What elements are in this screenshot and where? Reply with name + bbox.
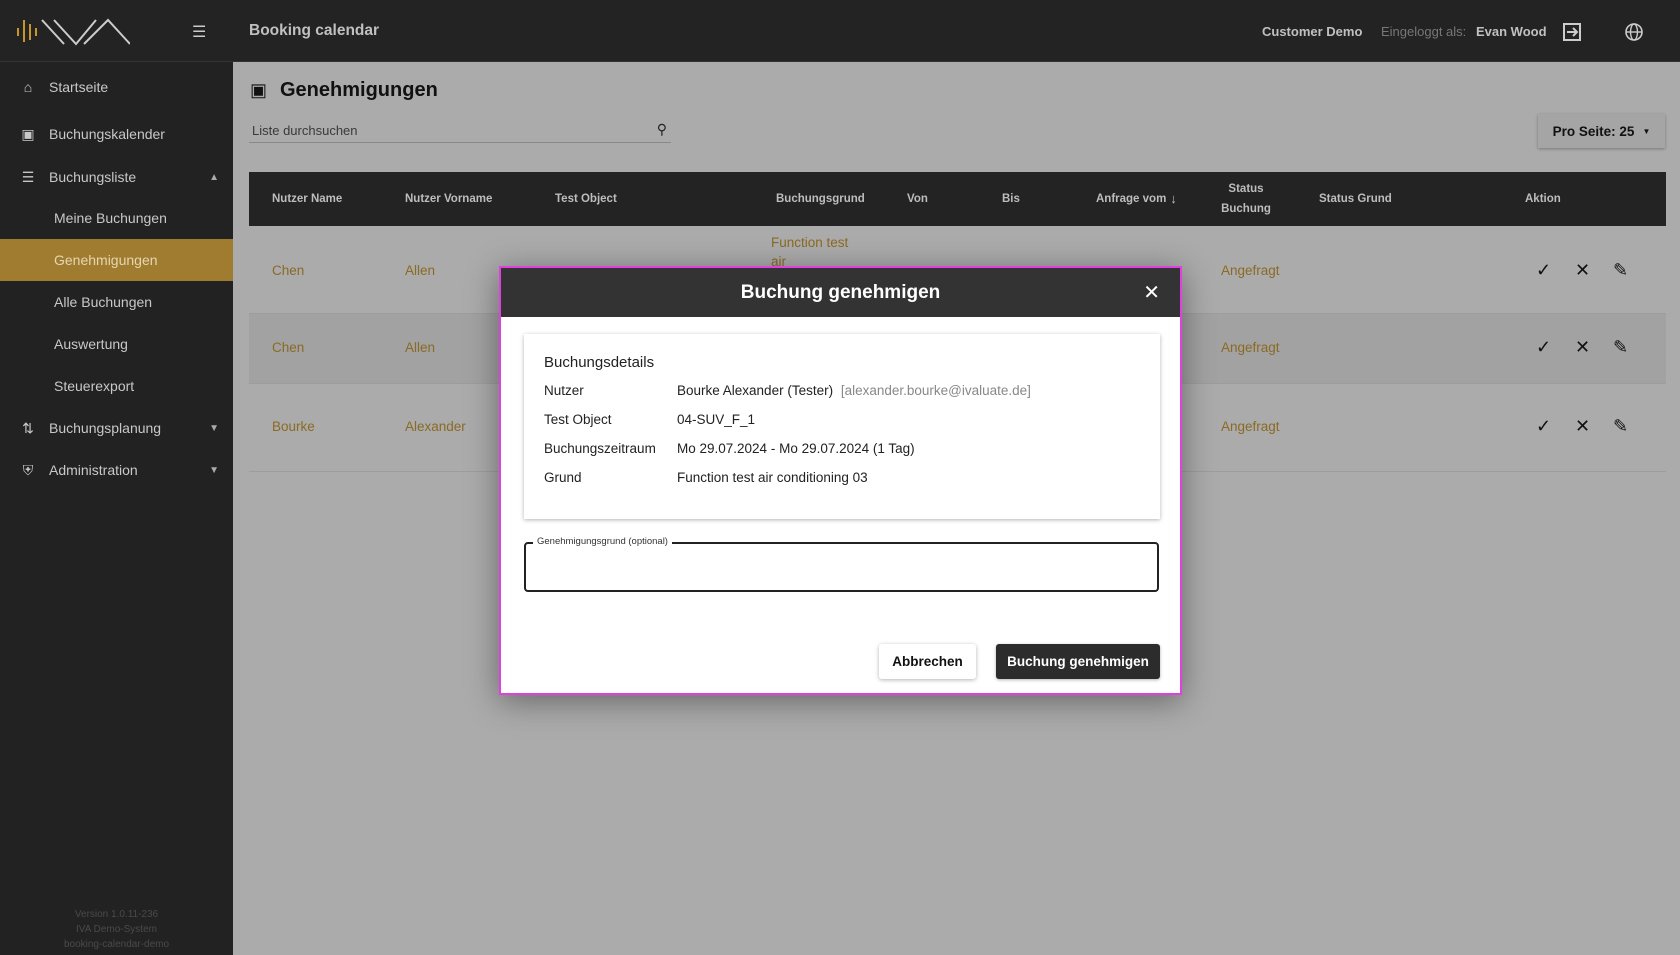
sidebar-item-buchungskalender[interactable]: ▣ Buchungskalender [0,113,233,155]
detail-value: Bourke Alexander (Tester) [alexander.bou… [677,383,1031,398]
col-nutzer-name[interactable]: Nutzer Name [272,172,342,226]
sidebar-subitem-meine-buchungen[interactable]: Meine Buchungen [0,197,233,239]
cell-vorname: Alexander [405,419,466,434]
reject-x-icon[interactable]: ✕ [1575,260,1590,281]
col-aktion: Aktion [1525,193,1561,205]
sidebar-item-label: Buchungskalender [49,126,165,142]
page-title: Genehmigungen [280,79,438,101]
cell-name: Chen [272,263,305,278]
dialog-header: Buchung genehmigen ✕ [501,268,1180,317]
search-input[interactable]: Liste durchsuchen ⚲ [249,120,671,143]
cancel-button[interactable]: Abbrechen [879,644,976,679]
approval-reason-input[interactable] [534,556,1144,580]
chevron-down-icon: ▼ [209,422,219,434]
details-title: Buchungsdetails [544,354,655,371]
col-nutzer-vorname[interactable]: Nutzer Vorname [405,172,492,226]
table-header: Nutzer Name Nutzer Vorname Test Object B… [249,172,1666,226]
logged-in-label: Eingeloggt als: [1381,24,1467,39]
sidebar-item-label: Buchungsliste [49,169,137,185]
detail-label: Nutzer [544,383,584,398]
chevron-down-icon: ▼ [209,464,219,476]
col-label: Anfrage vom [1096,193,1167,205]
sidebar-subitem-steuerexport[interactable]: Steuerexport [0,365,233,407]
cell-vorname: Allen [405,263,436,278]
sidebar-item-buchungsliste[interactable]: ☰ Buchungsliste ▲ [0,156,233,198]
field-label: Genehmigungsgrund (optional) [533,536,672,547]
top-bar: ☰ Booking calendar Customer Demo Eingelo… [0,0,1680,62]
col-anfrage-vom[interactable]: Anfrage vom ↓ [1096,172,1177,226]
dialog-title: Buchung genehmigen [740,281,941,303]
close-icon[interactable]: ✕ [1143,280,1160,305]
approval-reason-field[interactable]: Genehmigungsgrund (optional) [524,536,1159,592]
caret-down-icon: ▼ [1642,126,1651,136]
planning-icon: ⇅ [22,419,34,436]
version-info: Version 1.0.11-236 IVA Demo-System booki… [0,907,233,952]
calendar-icon: ▣ [250,80,268,100]
search-placeholder: Liste durchsuchen [252,123,358,138]
shield-icon: ⛨ [22,461,34,478]
user-value: Bourke Alexander (Tester) [677,383,834,398]
sidebar-subitem-genehmigungen[interactable]: Genehmigungen [0,239,233,281]
home-icon: ⌂ [23,79,33,95]
user-name: Evan Wood [1476,24,1547,39]
cell-vorname: Allen [405,340,436,355]
per-page-select[interactable]: Pro Seite: 25 ▼ [1538,114,1665,148]
cell-status: Angefragt [1221,419,1280,434]
list-icon: ☰ [21,168,35,185]
detail-label: Test Object [544,412,612,427]
col-test-object[interactable]: Test Object [555,172,617,226]
version-text: Version 1.0.11-236 [74,909,159,920]
app-title: Booking calendar [249,22,380,39]
sort-arrow-down-icon: ↓ [1170,191,1177,206]
col-status-buchung[interactable]: Status Buchung [1220,172,1272,226]
approve-check-icon[interactable]: ✓ [1536,337,1551,358]
col-buchungsgrund[interactable]: Buchungsgrund [776,172,865,226]
edit-pencil-icon[interactable]: ✎ [1613,416,1628,437]
edit-pencil-icon[interactable]: ✎ [1613,260,1628,281]
system-text: IVA Demo-System [76,924,157,935]
col-von[interactable]: Von [907,172,928,226]
reject-x-icon[interactable]: ✕ [1575,416,1590,437]
sidebar-subitem-auswertung[interactable]: Auswertung [0,323,233,365]
detail-value: 04-SUV_F_1 [677,412,756,427]
user-email: [alexander.bourke@ivaluate.de] [840,383,1031,398]
sidebar-item-label: Administration [49,462,138,478]
instance-text: booking-calendar-demo [63,939,170,950]
language-globe-icon[interactable] [1624,22,1644,42]
detail-value: Function test air conditioning 03 [677,470,868,485]
customer-name: Customer Demo [1262,24,1363,39]
cell-name: Bourke [272,419,315,434]
edit-pencil-icon[interactable]: ✎ [1613,337,1628,358]
sidebar-item-buchungsplanung[interactable]: ⇅ Buchungsplanung ▼ [0,407,233,449]
sidebar-item-startseite[interactable]: ⌂ Startseite [0,66,233,108]
calendar-icon: ▣ [21,125,35,142]
logout-icon[interactable] [1562,22,1582,42]
per-page-value: Pro Seite: 25 [1552,123,1635,139]
approve-check-icon[interactable]: ✓ [1536,416,1551,437]
approve-booking-dialog: Buchung genehmigen ✕ Buchungsdetails Nut… [499,266,1182,695]
cell-status: Angefragt [1221,340,1280,355]
detail-label: Grund [544,470,582,485]
detail-label: Buchungszeitraum [544,441,656,456]
iva-logo [17,18,130,46]
approve-booking-button[interactable]: Buchung genehmigen [996,644,1160,679]
cell-name: Chen [272,340,305,355]
cell-status: Angefragt [1221,263,1280,278]
col-bis[interactable]: Bis [1002,172,1020,226]
booking-details-card: Buchungsdetails Nutzer Bourke Alexander … [524,334,1160,519]
collapse-menu-icon[interactable]: ☰ [192,22,206,42]
chevron-up-icon: ▲ [209,171,219,183]
sidebar-subitem-alle-buchungen[interactable]: Alle Buchungen [0,281,233,323]
sidebar-item-label: Startseite [49,79,109,95]
reject-x-icon[interactable]: ✕ [1575,337,1590,358]
approve-check-icon[interactable]: ✓ [1536,260,1551,281]
detail-value: Mo 29.07.2024 - Mo 29.07.2024 (1 Tag) [677,441,915,456]
sidebar-item-administration[interactable]: ⛨ Administration ▼ [0,449,233,491]
sidebar-item-label: Buchungsplanung [49,420,162,436]
sidebar: ⌂ Startseite ▣ Buchungskalender ☰ Buchungsl… [0,62,233,955]
search-icon[interactable]: ⚲ [657,121,667,138]
col-status-grund[interactable]: Status Grund [1319,172,1392,226]
